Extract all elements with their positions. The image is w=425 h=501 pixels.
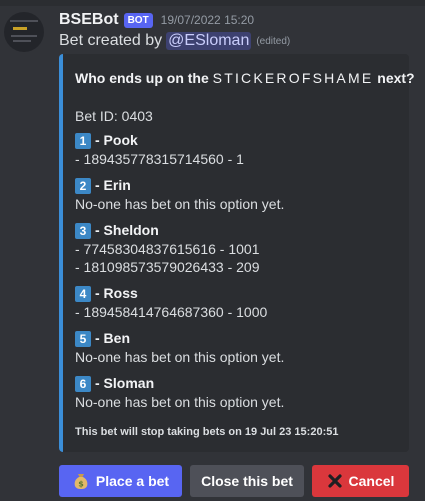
avatar-detail [13,27,27,30]
message-content: Bet created by @ESloman (edited) [59,32,290,50]
title-prefix: Who ends up on the [75,70,209,86]
option-line: No-one has bet on this option yet. [75,394,285,410]
keycap-5-icon: 5 [75,330,91,347]
cancel-button[interactable]: Cancel [312,465,409,497]
option-5-header: 5 - Ben [75,329,405,348]
message-header: BSEBot BOT 19/07/2022 15:20 [59,10,254,30]
bet-embed: Who ends up on the STICKEROFSHAME next? … [59,54,415,452]
place-bet-button[interactable]: $ Place a bet [59,465,182,497]
message-timestamp: 19/07/2022 15:20 [160,13,255,27]
option-line: - 181098573579026433 - 209 [75,259,260,275]
option-line: - 189435778315714560 - 1 [75,151,244,167]
embed-footer: This bet will stop taking bets on 19 Jul… [75,426,339,438]
keycap-1-icon: 1 [75,132,91,149]
keycap-2-icon: 2 [75,177,91,194]
keycap-3-icon: 3 [75,222,91,239]
user-mention[interactable]: @ESloman [166,32,252,50]
option-name: - Ross [95,285,138,301]
edited-label: (edited) [256,35,291,47]
money-bag-icon: $ [72,472,90,490]
cross-mark-icon [327,473,343,489]
keycap-6-icon: 6 [75,375,91,392]
option-line: - 774583048376156​16 - 1001 [75,241,260,257]
action-row: $ Place a bet Close this bet Cancel [59,465,409,497]
embed-body: Bet ID: 0403 1 - Pook - 1894357783157145… [75,107,405,411]
title-suffix: next? [377,70,415,86]
close-bet-button[interactable]: Close this bet [190,465,304,497]
avatar-detail [10,20,38,22]
avatar-detail [11,35,37,37]
option-4-header: 4 - Ross [75,284,405,303]
option-name: - Sloman [95,375,155,391]
embed-title: Who ends up on the STICKEROFSHAME next? [75,70,415,86]
option-line: - 189458414764687360 - 1000 [75,304,268,320]
option-1-header: 1 - Pook [75,131,405,150]
option-line: No-one has bet on this option yet. [75,196,285,212]
svg-text:$: $ [78,480,84,489]
place-bet-label: Place a bet [95,473,170,489]
cancel-label: Cancel [348,473,395,489]
close-bet-label: Close this bet [201,473,293,489]
option-2-header: 2 - Erin [75,176,405,195]
option-name: - Ben [95,330,130,346]
keycap-4-icon: 4 [75,285,91,302]
option-6-header: 6 - Sloman [75,374,405,393]
option-name: - Sheldon [95,222,159,238]
author-name[interactable]: BSEBot [59,11,119,29]
bet-id: Bet ID: 0403 [75,108,153,124]
avatar-detail [13,40,31,42]
avatar[interactable] [4,12,44,52]
content-text: Bet created by [59,32,163,49]
option-name: - Pook [95,132,138,148]
option-3-header: 3 - Sheldon [75,221,405,240]
option-line: No-one has bet on this option yet. [75,349,285,365]
option-name: - Erin [95,177,131,193]
title-spaced: STICKEROFSHAME [212,70,374,86]
bot-message: BSEBot BOT 19/07/2022 15:20 Bet created … [0,6,425,501]
bot-badge: BOT [123,12,153,28]
